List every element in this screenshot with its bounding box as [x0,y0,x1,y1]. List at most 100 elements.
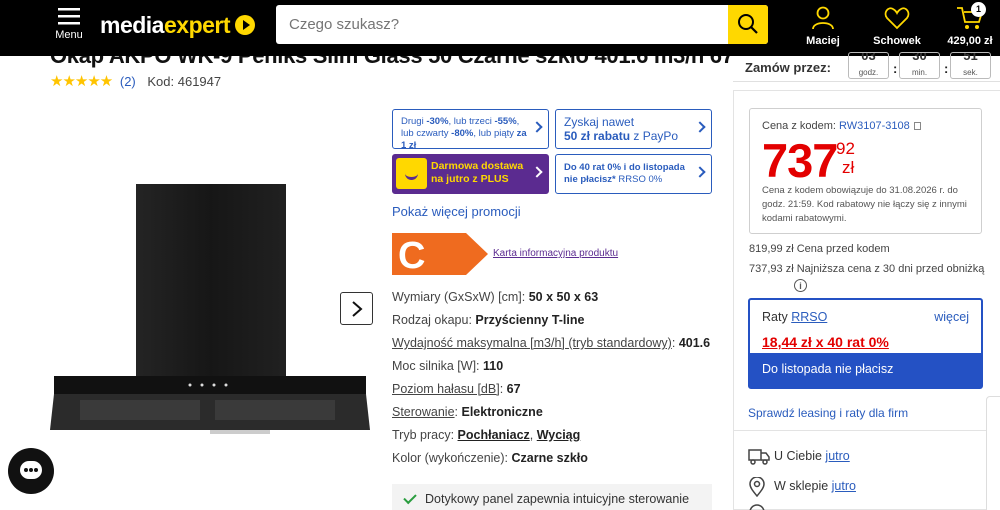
spec-list: Wymiary (GxSxW) [cm]: 50 x 50 x 63 Rodza… [392,290,722,474]
logo-play-icon [235,15,255,35]
installments-box[interactable]: Raty RRSO więcej 18,44 zł x 40 rat 0% Do… [748,298,983,389]
search-bar [276,5,768,44]
price-integer: 737 [762,134,838,187]
search-button[interactable] [728,5,768,44]
search-input[interactable] [276,5,728,44]
promo-text-part: nie płacisz* [564,174,616,185]
gallery-next-button[interactable] [340,292,373,325]
account-button[interactable]: Maciej [800,6,846,47]
spec-key: Kolor (wykończenie): [392,451,512,465]
timer-minutes-unit: min. [911,68,928,77]
installments-band: Do listopada nie płacisz [750,353,981,387]
promo-multi-buy[interactable]: Drugi -30%, lub trzeci -55%, lub czwarty… [392,109,549,151]
timer-label: Zamów przez: [745,60,831,75]
location-pin-icon [749,477,765,497]
price-note: Cena z kodem obowiązuje do 31.08.2026 r.… [762,185,967,224]
lowest-30d-price: 737,93 zł Najniższa cena z 30 dni przed … [749,263,985,275]
chat-button[interactable] [8,448,54,494]
check-icon [403,490,417,505]
home-delivery-link[interactable]: jutro [825,449,849,463]
menu-button[interactable]: Menu [52,8,86,41]
cart-button[interactable]: 1 429,00 zł [944,2,996,47]
energy-class-letter: C [398,235,425,275]
spec-value-link[interactable]: Pochłaniacz [458,428,530,442]
discount-code-row: Cena z kodem: RW3107-3108 [762,120,921,132]
timer-separator: : [944,61,949,76]
show-more-promotions-link[interactable]: Pokaż więcej promocji [392,204,521,219]
timer-separator: : [893,61,898,76]
store-pickup-text: W sklepie jutro [774,479,856,493]
chevron-right-icon [531,121,543,133]
promo-text-part: na jutro z [431,173,481,185]
feature-text: Dotykowy panel zapewnia intuicyjne stero… [425,492,690,506]
price-grosze: 92 [836,139,855,158]
logo-text-yellow: expert [163,12,231,38]
info-icon[interactable]: i [794,279,807,292]
spec-key-link[interactable]: Wydajność maksymalna [m3/h] (tryb standa… [392,336,672,350]
store-pickup-link[interactable]: jutro [832,479,856,493]
spec-key: Tryb pracy: [392,428,458,442]
timer-hours: 03 godz. [848,52,889,79]
plus-badge: PLUS [480,173,509,185]
promo-installments[interactable]: Do 40 rat 0% i do listopada nie płacisz* … [555,154,712,194]
promo-text-part: RRSO 0% [615,174,663,185]
spec-value: 50 x 50 x 63 [528,290,599,304]
logo-text-white: media [100,12,164,38]
promo-text-part: -55% [494,116,517,127]
promo-text-part: -80% [451,128,474,139]
spec-key-link[interactable]: Poziom hałasu [dB] [392,382,500,396]
review-count-link[interactable]: (2) [120,74,136,89]
discount-code-label: Cena z kodem: [762,120,840,132]
installments-amount[interactable]: 18,44 zł x 40 rat 0% [762,334,889,350]
spec-row: Poziom hałasu [dB]: 67 [392,382,521,396]
chevron-right-icon [694,121,706,133]
product-image[interactable] [50,180,370,440]
chat-icon [20,461,42,479]
promo-text-part: , lub trzeci [448,116,495,127]
price-box: Cena z kodem: RW3107-3108 737 92 zł Cena… [749,108,982,234]
account-label: Maciej [806,35,840,47]
spec-value: 401.6 [678,336,711,350]
installments-more-link[interactable]: więcej [934,310,969,324]
product-info-card-link[interactable]: Karta informacyjna produktu [493,248,618,259]
wishlist-label: Schowek [873,35,921,47]
home-delivery-prefix: U Ciebie [774,449,826,463]
installments-label: Raty [762,310,792,324]
spec-row: Moc silnika [W]: 110 [392,359,722,382]
copy-icon[interactable] [913,122,921,131]
promo-text-part: Do 40 rat 0% i do listopada [564,162,685,173]
promo-free-delivery-plus[interactable]: Darmowa dostawa na jutro z PLUS [392,154,549,194]
clock-icon [749,504,765,510]
spec-value: Przyścienny T-line [475,313,585,327]
promo-text-part: , lub piąty [473,128,517,139]
rrso-link[interactable]: RRSO [791,310,827,324]
wishlist-button[interactable]: Schowek [870,6,924,47]
timer-hours-unit: godz. [858,68,879,77]
promo-text-part: 50 zł rabatu [564,129,631,143]
order-timer: Zamów przez: 03 godz. : 30 min. : 51 sek. [733,52,1000,82]
logo[interactable]: mediaexpert [100,12,231,39]
timer-seconds-unit: sek. [963,68,978,77]
spec-row: Kolor (wykończenie): Czarne szkło [392,451,722,474]
chevron-right-icon [352,301,363,317]
spec-key: Rodzaj okapu: [392,313,476,327]
spec-row: Tryb pracy: Pochłaniacz, Wyciąg [392,428,581,442]
promo-paypo-text: Zyskaj nawet 50 zł rabatu z PayPo [564,115,692,143]
cart-total: 429,00 zł [947,35,993,47]
spec-key-link[interactable]: Sterowanie [392,405,455,419]
rating-stars[interactable]: ★★★★★ [50,72,113,90]
feature-highlight: Dotykowy panel zapewnia intuicyjne stero… [392,484,712,510]
energy-class-badge[interactable]: C [392,233,488,275]
spec-value-link[interactable]: Wyciąg [537,428,581,442]
leasing-link[interactable]: Sprawdź leasing i raty dla firm [748,406,908,420]
timer-hours-value: 03 [861,53,876,63]
spec-value: 67 [506,382,521,396]
menu-label: Menu [55,29,83,41]
product-title: Okap AKPO WK-9 Peniks Slim Glass 50 Czar… [50,56,730,68]
spec-row: Wymiary (GxSxW) [cm]: 50 x 50 x 63 [392,290,722,313]
promo-paypo[interactable]: Zyskaj nawet 50 zł rabatu z PayPo [555,109,712,149]
home-delivery-text: U Ciebie jutro [774,449,850,463]
current-price: 737 92 zł [762,133,855,188]
discount-code[interactable]: RW3107-3108 [839,120,910,132]
spec-value: 110 [483,359,504,373]
